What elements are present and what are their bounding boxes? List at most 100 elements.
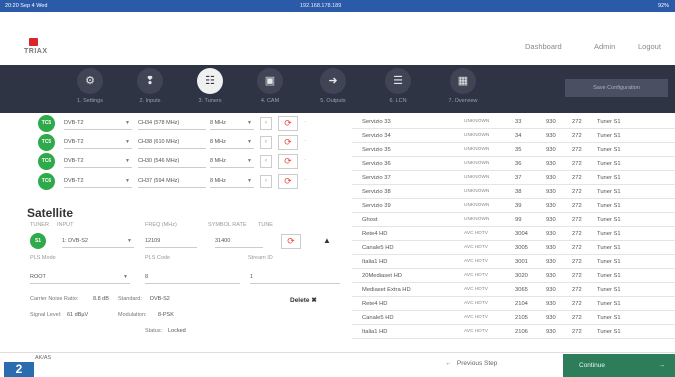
refresh-button[interactable]: ⟳ <box>278 116 298 131</box>
tuner-badge: TC6 <box>38 153 55 170</box>
tuner-column-header: TUNER <box>30 222 49 228</box>
symbol-rate-column-header: SYMBOL RATE <box>208 222 247 228</box>
service-row[interactable]: Servizio 37 UNKNOWN 37 930 272 Tuner S1 <box>352 172 675 185</box>
refresh-icon: ⟳ <box>284 137 292 147</box>
service-row[interactable]: Servizio 38 UNKNOWN 38 930 272 Tuner S1 <box>352 186 675 199</box>
stream-id-input[interactable]: 1 <box>250 270 340 284</box>
dropdown-arrow-icon: ▼ <box>125 139 130 145</box>
dropdown-arrow-icon: ▼ <box>247 158 252 164</box>
battery-status: 92% <box>657 3 669 9</box>
tuner-channel-select[interactable]: CH38 (610 MHz) <box>138 136 206 149</box>
freq-column-header: FREQ (MHz) <box>145 222 177 228</box>
step-outputs[interactable]: ➜ 5. Outputs <box>298 65 368 113</box>
service-row[interactable]: Servizio 33 UNKNOWN 33 930 272 Tuner S1 <box>352 116 675 129</box>
tuner-channel-select[interactable]: CH34 (578 MHz) <box>138 117 206 130</box>
tuner-bandwidth-select[interactable]: 8 MHz ▼ <box>210 155 254 168</box>
modulation-label: Modulation: <box>118 312 147 318</box>
signal-level-label: Signal Level: <box>30 312 62 318</box>
tuner-row: TC5 DVB-T2 ▼ CH38 (610 MHz) 8 MHz ▼ ‹ ⟳ · <box>38 134 350 151</box>
tune-button[interactable]: ⟳ <box>281 234 301 249</box>
refresh-button[interactable]: ⟳ <box>278 174 298 189</box>
tuner-standard-select[interactable]: DVB-T2 ▼ <box>64 175 132 188</box>
chevron-left-icon[interactable]: ‹ <box>260 136 272 149</box>
tuner-channel-select[interactable]: CH37 (594 MHz) <box>138 175 206 188</box>
status-url: 192.168.178.189 <box>300 3 342 9</box>
service-row[interactable]: Servizio 35 UNKNOWN 35 930 272 Tuner S1 <box>352 144 675 157</box>
service-row[interactable]: Italia1 HD AVC HDTV 2106 930 272 Tuner S1 <box>352 326 675 339</box>
tuner-bandwidth-select[interactable]: 8 MHz ▼ <box>210 175 254 188</box>
tuner-channel-select[interactable]: CH30 (546 MHz) <box>138 155 206 168</box>
tuner-icon: ☷ <box>197 68 223 94</box>
service-row[interactable]: Rete4 HD AVC HDTV 3004 930 272 Tuner S1 <box>352 228 675 241</box>
standard-label: Standard: <box>118 296 142 302</box>
continue-button[interactable]: Continue → <box>563 354 675 377</box>
more-icon[interactable]: · <box>304 177 306 183</box>
stream-id-label: Stream ID <box>248 255 273 261</box>
cnr-label: Carrier Noise Ratio: <box>30 296 79 302</box>
nav-logout-link[interactable]: Logout <box>638 42 661 51</box>
tuner-standard-select[interactable]: DVB-T2 ▼ <box>64 136 132 149</box>
input-column-header: INPUT <box>57 222 74 228</box>
more-icon[interactable]: · <box>304 119 306 125</box>
tuner-standard-select[interactable]: DVB-T2 ▼ <box>64 117 132 130</box>
service-row[interactable]: Ghost UNKNOWN 99 930 272 Tuner S1 <box>352 214 675 227</box>
tuner-row: TC6 DVB-T2 ▼ CH37 (594 MHz) 8 MHz ▼ ‹ ⟳ · <box>38 173 350 190</box>
header <box>0 12 675 67</box>
triax-logo-text: TRIAX <box>24 48 48 55</box>
arrow-right-icon: → <box>658 362 666 369</box>
service-row[interactable]: Servizio 39 UNKNOWN 39 930 272 Tuner S1 <box>352 200 675 213</box>
dropdown-arrow-icon: ▼ <box>123 274 128 280</box>
service-row[interactable]: Canale5 HD AVC HDTV 3005 930 272 Tuner S1 <box>352 242 675 255</box>
nav-admin-link[interactable]: Admin <box>594 42 615 51</box>
collapse-chevron-icon[interactable]: ▲ <box>323 236 331 245</box>
lock-status-value: Locked <box>168 328 186 334</box>
lock-status-label: Status: <box>145 328 163 334</box>
previous-step-button[interactable]: ← Previous Step <box>445 360 497 367</box>
service-row[interactable]: Italia1 HD AVC HDTV 3001 930 272 Tuner S1 <box>352 256 675 269</box>
step-lcn[interactable]: ☰ 6. LCN <box>363 65 433 113</box>
status-bar: 20:20 Sep 4 Wed 192.168.178.189 92% <box>0 0 675 12</box>
pls-mode-select[interactable]: ROOT ▼ <box>30 270 130 284</box>
step-cam[interactable]: ▣ 4. CAM <box>235 65 305 113</box>
chevron-left-icon[interactable]: ‹ <box>260 175 272 188</box>
step-overview[interactable]: ▦ 7. Overview <box>428 65 498 113</box>
more-icon[interactable]: · <box>304 157 306 163</box>
services-list: Servizio 33 UNKNOWN 33 930 272 Tuner S1 Servi… <box>352 113 675 352</box>
symbol-rate-input[interactable]: 31400 <box>215 234 263 248</box>
satellite-input-select[interactable]: 1: DVB-S2 ▼ <box>62 234 134 248</box>
chevron-left-icon[interactable]: ‹ <box>260 155 272 168</box>
dropdown-arrow-icon: ▼ <box>125 158 130 164</box>
tuner-bandwidth-select[interactable]: 8 MHz ▼ <box>210 117 254 130</box>
refresh-icon: ⟳ <box>284 118 292 128</box>
pls-mode-label: PLS Mode <box>30 255 56 261</box>
dropdown-arrow-icon: ▼ <box>247 178 252 184</box>
frequency-input[interactable]: 12109 <box>145 234 197 248</box>
chevron-left-icon[interactable]: ‹ <box>260 117 272 130</box>
save-configuration-button[interactable]: Save Configuration <box>565 79 668 97</box>
delete-button[interactable]: Delete ✖ <box>290 296 317 304</box>
dropdown-arrow-icon: ▼ <box>125 120 130 126</box>
triax-logo[interactable]: TRIAX <box>24 38 48 55</box>
tuner-standard-select[interactable]: DVB-T2 ▼ <box>64 155 132 168</box>
refresh-button[interactable]: ⟳ <box>278 135 298 150</box>
service-row[interactable]: Servizio 36 UNKNOWN 36 930 272 Tuner S1 <box>352 158 675 171</box>
more-icon[interactable]: · <box>304 138 306 144</box>
service-row[interactable]: Rete4 HD AVC HDTV 2104 930 272 Tuner S1 <box>352 298 675 311</box>
dropdown-arrow-icon: ▼ <box>247 120 252 126</box>
service-row[interactable]: 20Mediaset HD AVC HDTV 3020 930 272 Tuner S1 <box>352 270 675 283</box>
service-row[interactable]: Mediaset Extra HD AVC HDTV 3065 930 272 Tuner… <box>352 284 675 297</box>
dropdown-arrow-icon: ▼ <box>247 139 252 145</box>
output-icon: ➜ <box>320 68 346 94</box>
pls-code-input[interactable]: 8 <box>145 270 240 284</box>
step-number-badge: 2 <box>4 362 34 377</box>
tuner-badge: TC5 <box>38 134 55 151</box>
service-row[interactable]: Servizio 34 UNKNOWN 34 930 272 Tuner S1 <box>352 130 675 143</box>
frame: { "status": {"time": "20:20", "date": "S… <box>0 0 675 377</box>
tuner-row: TC5 DVB-T2 ▼ CH34 (578 MHz) 8 MHz ▼ ‹ ⟳ · <box>38 115 350 132</box>
tune-column-header: TUNE <box>258 222 273 228</box>
tuner-bandwidth-select[interactable]: 8 MHz ▼ <box>210 136 254 149</box>
service-row[interactable]: Canale5 HD AVC HDTV 2105 930 272 Tuner S1 <box>352 312 675 325</box>
arrow-left-icon: ← <box>445 360 452 367</box>
refresh-button[interactable]: ⟳ <box>278 154 298 169</box>
nav-dashboard-link[interactable]: Dashboard <box>525 42 562 51</box>
